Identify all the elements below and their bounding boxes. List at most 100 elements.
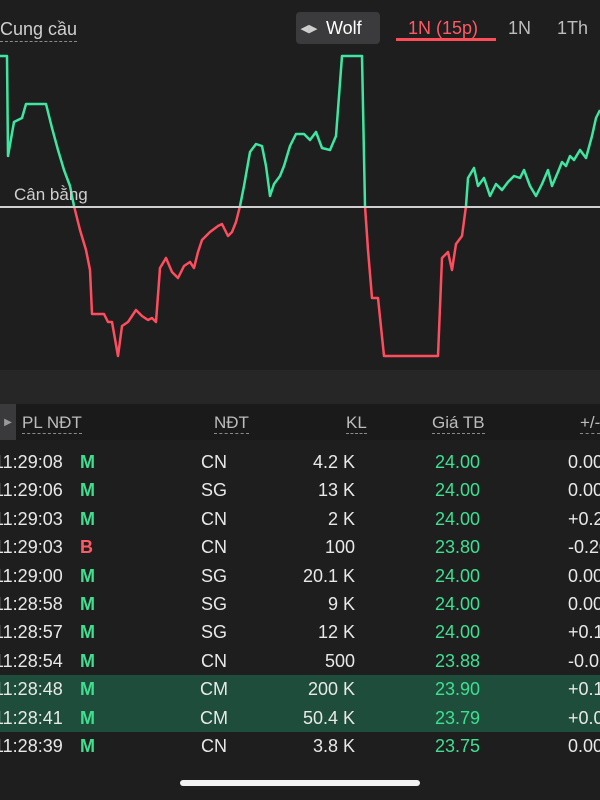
mode-toggle-button[interactable]: ◀▶ Wolf (296, 12, 380, 44)
column-header-change[interactable]: +/- (580, 413, 600, 434)
trade-side: M (80, 735, 95, 756)
trade-volume: 100 (324, 537, 355, 558)
avg-price: 23.90 (434, 679, 480, 700)
trade-volume: 20.1 K (302, 565, 355, 586)
avg-price: 23.88 (434, 650, 480, 671)
avg-price: 24.00 (434, 622, 480, 643)
table-row[interactable]: 11:29:06 M SG 13 K 24.00 0.00 (0, 476, 600, 504)
trades-table-header: ▶ PL NĐT NĐT KL Giá TB +/- (0, 404, 600, 440)
trade-time: 11:28:57 (0, 622, 63, 643)
left-right-arrows-icon: ◀▶ (300, 22, 318, 35)
active-tab-indicator (396, 38, 496, 41)
chart-footer-area (0, 370, 600, 404)
avg-price: 24.00 (434, 565, 480, 586)
trade-side: M (80, 679, 95, 700)
price-change: +0.04 (568, 707, 600, 728)
balance-label: Cân bằng (14, 185, 88, 204)
table-row[interactable]: 11:28:48 M CM 200 K 23.90 +0.11 (0, 675, 600, 704)
chart-line-above-2 (238, 54, 367, 207)
avg-price: 23.80 (434, 537, 480, 558)
trade-time: 11:28:41 (0, 707, 63, 728)
column-header-gia-tb[interactable]: Giá TB (432, 413, 485, 434)
trade-time: 11:29:00 (0, 565, 63, 586)
avg-price: 24.00 (434, 452, 480, 472)
price-change: -0.20 (568, 537, 600, 558)
price-change: 0.00 (568, 452, 600, 472)
trade-side: M (80, 650, 95, 671)
trade-volume: 9 K (327, 593, 355, 614)
trade-side: M (80, 452, 95, 472)
trade-time: 11:29:03 (0, 508, 63, 529)
avg-price: 24.00 (434, 480, 480, 501)
price-change: 0.00 (568, 480, 600, 501)
trade-volume: 12 K (317, 622, 355, 643)
top-bar: Cung cầu ◀▶ Wolf 1N (15p) 1N 1Th (0, 0, 600, 56)
tab-1n-15p[interactable]: 1N (15p) (408, 18, 478, 39)
price-change: +0.20 (568, 508, 600, 529)
tab-1th[interactable]: 1Th (557, 18, 588, 39)
trade-side: M (80, 565, 95, 586)
trade-time: 11:29:03 (0, 537, 63, 558)
price-change: 0.00 (568, 565, 600, 586)
table-row[interactable]: 11:28:57 M SG 12 K 24.00 +0.12 (0, 618, 600, 646)
table-row[interactable]: 11:28:39 M CN 3.8 K 23.75 0.00 (0, 732, 600, 760)
column-header-pl-ndt[interactable]: PL NĐT (22, 413, 82, 434)
trade-volume: 200 K (307, 679, 355, 700)
home-indicator[interactable] (180, 780, 420, 786)
trade-side: M (80, 593, 95, 614)
trade-time: 11:28:54 (0, 650, 63, 671)
price-change: +0.11 (568, 679, 600, 700)
investor-type: CN (201, 452, 227, 472)
column-header-kl[interactable]: KL (346, 413, 367, 434)
trade-time: 11:28:48 (0, 679, 63, 700)
price-change: 0.00 (568, 735, 600, 756)
table-row[interactable]: 11:29:00 M SG 20.1 K 24.00 0.00 (0, 562, 600, 590)
investor-type: CM (200, 707, 228, 728)
chart-line-below-2 (363, 205, 468, 358)
trade-time: 11:29:08 (0, 452, 63, 472)
trade-side: M (80, 480, 95, 501)
chart-title[interactable]: Cung cầu (0, 18, 78, 42)
table-row[interactable]: 11:29:08 M CN 4.2 K 24.00 0.00 (0, 448, 600, 476)
trade-volume: 2 K (327, 508, 355, 529)
avg-price: 23.75 (434, 735, 480, 756)
price-change: 0.00 (568, 593, 600, 614)
expand-arrow-icon[interactable]: ▶ (0, 404, 16, 440)
trade-time: 11:28:58 (0, 593, 63, 614)
trade-side: M (80, 622, 95, 643)
table-row[interactable]: 11:29:03 B CN 100 23.80 -0.20 (0, 533, 600, 561)
chart-svg (0, 54, 600, 358)
supply-demand-chart[interactable] (0, 52, 600, 370)
investor-type: SG (200, 593, 227, 614)
price-change: +0.12 (568, 622, 600, 643)
table-row[interactable]: 11:28:41 M CM 50.4 K 23.79 +0.04 (0, 703, 600, 732)
avg-price: 24.00 (434, 593, 480, 614)
investor-type: CN (201, 735, 227, 756)
investor-type: SG (200, 480, 227, 501)
mode-toggle-label: Wolf (326, 17, 362, 38)
price-change: -0.02 (568, 650, 600, 671)
table-row[interactable]: 11:28:58 M SG 9 K 24.00 0.00 (0, 590, 600, 618)
trade-time: 11:29:06 (0, 480, 63, 501)
investor-type: SG (200, 622, 227, 643)
trades-table-body: 11:29:08 M CN 4.2 K 24.00 0.00 11:29:06 M SG 13 K… (0, 448, 600, 760)
tab-1n[interactable]: 1N (508, 18, 531, 39)
investor-type: CN (201, 537, 227, 558)
trade-volume: 50.4 K (302, 707, 355, 728)
trade-volume: 3.8 K (312, 735, 355, 756)
table-row[interactable]: 11:28:54 M CN 500 23.88 -0.02 (0, 647, 600, 675)
chart-line-below-1 (72, 205, 242, 358)
trade-volume: 500 (324, 650, 355, 671)
investor-type: CN (201, 650, 227, 671)
chart-line-above-1 (0, 54, 76, 207)
investor-type: SG (200, 565, 227, 586)
avg-price: 24.00 (434, 508, 480, 529)
trade-volume: 13 K (317, 480, 355, 501)
investor-type: CM (200, 679, 228, 700)
column-header-ndt[interactable]: NĐT (214, 413, 249, 434)
trade-side: M (80, 508, 95, 529)
table-row[interactable]: 11:29:03 M CN 2 K 24.00 +0.20 (0, 505, 600, 533)
trade-time: 11:28:39 (0, 735, 63, 756)
investor-type: CN (201, 508, 227, 529)
avg-price: 23.79 (434, 707, 480, 728)
